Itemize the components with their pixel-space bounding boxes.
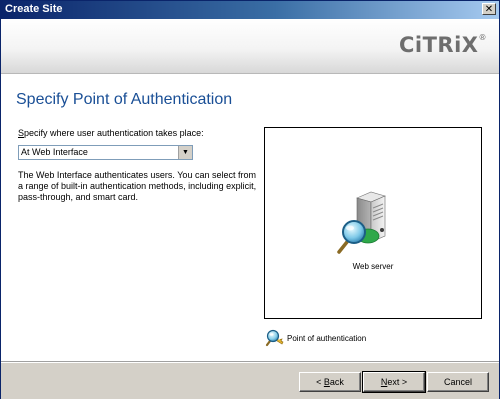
label-text: pecify where user authentication takes p… — [24, 128, 204, 138]
server-label: Web server — [352, 262, 394, 271]
authentication-diagram: Web server — [264, 127, 482, 319]
magnifier-key-icon — [265, 329, 284, 347]
close-button[interactable]: ✕ — [482, 3, 496, 15]
page-title: Specify Point of Authentication — [16, 91, 233, 108]
back-button[interactable]: < Back — [299, 372, 361, 392]
create-site-dialog: Create Site ✕ CiTRiX® Specify Point of A… — [0, 0, 500, 399]
chevron-down-icon[interactable]: ▼ — [178, 146, 192, 159]
cancel-button[interactable]: Cancel — [427, 372, 489, 392]
title-bar[interactable]: Create Site ✕ — [1, 1, 499, 19]
select-value: At Web Interface — [21, 147, 88, 157]
wizard-content: Specify Point of Authentication Specify … — [1, 74, 499, 361]
authentication-location-select[interactable]: At Web Interface ▼ — [18, 145, 193, 160]
legend-label: Point of authentication — [287, 334, 367, 343]
server-magnifier-icon — [337, 191, 386, 254]
logo-text: CiTRiX — [399, 33, 479, 57]
close-icon: ✕ — [484, 4, 494, 15]
wizard-header: CiTRiX® — [1, 19, 499, 74]
citrix-logo: CiTRiX® — [399, 33, 487, 57]
back-button-rest: ack — [329, 377, 344, 387]
window-title: Create Site — [5, 3, 63, 15]
logo-registered-mark: ® — [478, 33, 487, 42]
next-button-rest: ext > — [387, 377, 408, 387]
authentication-location-label: Specify where user authentication takes … — [18, 128, 204, 138]
authentication-description: The Web Interface authenticates users. Y… — [18, 170, 257, 202]
wizard-footer: < Back Next > Cancel — [1, 361, 499, 399]
next-button[interactable]: Next > — [362, 371, 426, 393]
footer-divider — [1, 362, 499, 363]
back-button-prefix: < — [316, 377, 324, 387]
